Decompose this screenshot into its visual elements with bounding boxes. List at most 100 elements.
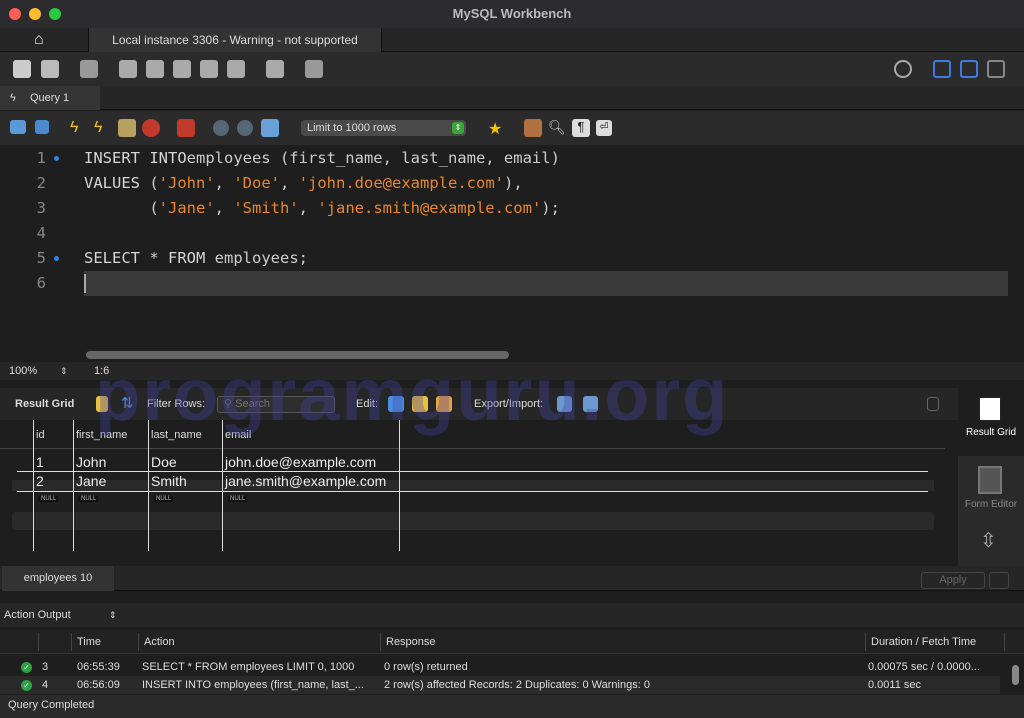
maximize-window-button[interactable] bbox=[49, 8, 61, 20]
result-grid[interactable]: id first_name last_name email 1 John Doe john.d… bbox=[0, 420, 945, 551]
zoom-level[interactable]: 100% bbox=[9, 362, 37, 380]
execute-current-icon[interactable]: ϟ bbox=[94, 119, 112, 137]
output-column-header[interactable]: Duration / Fetch Time bbox=[871, 631, 976, 653]
result-grid-button[interactable]: Result Grid bbox=[958, 388, 1024, 456]
search-placeholder: Search bbox=[235, 398, 270, 410]
chevron-updown-icon[interactable]: ⇕ bbox=[60, 362, 68, 380]
create-view-icon[interactable] bbox=[173, 60, 191, 78]
grid-cell[interactable]: jane.smith@example.com bbox=[225, 473, 386, 489]
line-number: 2 bbox=[36, 174, 46, 192]
query-tab[interactable]: ϟ Query 1 bbox=[0, 86, 100, 110]
execute-icon[interactable]: ϟ bbox=[70, 119, 88, 137]
grid-cell[interactable]: Doe bbox=[151, 454, 177, 470]
refresh-icon[interactable]: ⇅ bbox=[121, 388, 134, 420]
limit-rows-select[interactable]: Limit to 1000 rows ⇕ bbox=[301, 120, 466, 136]
toggle-secondary-sidebar-icon[interactable] bbox=[987, 60, 1005, 78]
autocommit-icon[interactable] bbox=[261, 119, 279, 137]
column-divider bbox=[380, 633, 381, 651]
toggle-wrap-icon[interactable] bbox=[927, 397, 939, 411]
create-function-icon[interactable] bbox=[227, 60, 245, 78]
output-cell: 06:56:09 bbox=[77, 679, 120, 691]
output-column-header[interactable]: Action bbox=[144, 631, 175, 653]
column-header[interactable]: first_name bbox=[76, 429, 127, 441]
cursor-position: 1:6 bbox=[94, 365, 110, 377]
apply-button[interactable]: Apply bbox=[921, 572, 985, 589]
export-icon[interactable] bbox=[557, 396, 572, 412]
toggle-error-stop-icon[interactable] bbox=[177, 119, 195, 137]
column-header[interactable]: id bbox=[36, 429, 45, 441]
filter-search-input[interactable]: ⚲ Search bbox=[217, 396, 335, 413]
result-tab-bar: employees 10 Apply bbox=[0, 566, 1024, 591]
code-text: ), bbox=[504, 174, 523, 192]
toggle-sidebar-icon[interactable] bbox=[933, 60, 951, 78]
home-icon[interactable]: ⌂ bbox=[34, 31, 44, 49]
code-text: * bbox=[140, 249, 168, 267]
code-text: , bbox=[214, 174, 234, 192]
create-procedure-icon[interactable] bbox=[200, 60, 218, 78]
settings-icon[interactable] bbox=[894, 60, 912, 78]
connection-tab[interactable]: Local instance 3306 - Warning - not supp… bbox=[88, 28, 382, 52]
grid-cell[interactable]: 1 bbox=[36, 454, 44, 470]
scroll-more-icon[interactable]: ⇳ bbox=[980, 528, 997, 553]
save-icon[interactable] bbox=[35, 120, 49, 134]
open-file-icon[interactable] bbox=[10, 120, 26, 134]
grid-columns-icon[interactable] bbox=[96, 396, 108, 412]
reconnect-icon[interactable] bbox=[305, 60, 323, 78]
edit-row-icon[interactable] bbox=[388, 396, 404, 412]
add-snippet-icon[interactable]: ★ bbox=[488, 119, 506, 138]
column-divider bbox=[73, 420, 74, 551]
word-wrap-icon[interactable]: ⏎ bbox=[596, 120, 612, 136]
search-table-data-icon[interactable] bbox=[266, 60, 284, 78]
inspector-icon[interactable] bbox=[80, 60, 98, 78]
chevron-updown-icon[interactable]: ⇕ bbox=[109, 604, 117, 626]
revert-button[interactable] bbox=[989, 572, 1009, 589]
find-icon[interactable]: 🔍︎ bbox=[548, 119, 566, 137]
current-line-highlight bbox=[84, 271, 1008, 296]
output-cell: 0.0011 sec bbox=[868, 679, 922, 691]
invisible-chars-icon[interactable]: ¶ bbox=[572, 119, 590, 137]
delete-row-icon[interactable] bbox=[436, 396, 452, 412]
column-header[interactable]: email bbox=[225, 429, 251, 441]
output-type-select[interactable]: Action Output bbox=[4, 604, 71, 626]
minimize-window-button[interactable] bbox=[29, 8, 41, 20]
output-row[interactable]: ✓ 3 06:55:39 SELECT * FROM employees LIMIT … bbox=[0, 658, 1000, 676]
grid-cell[interactable]: John bbox=[76, 454, 106, 470]
add-row-icon[interactable] bbox=[412, 396, 428, 412]
null-placeholder: NULL bbox=[79, 496, 99, 502]
create-table-icon[interactable] bbox=[146, 60, 164, 78]
connection-tab-bar: ⌂ Local instance 3306 - Warning - not su… bbox=[0, 28, 1024, 52]
code-text: ); bbox=[541, 199, 560, 217]
result-toolbar: Result Grid ⇅ Filter Rows: ⚲ Search Edit… bbox=[0, 388, 958, 420]
grid-cell[interactable]: john.doe@example.com bbox=[225, 454, 376, 470]
create-schema-icon[interactable] bbox=[119, 60, 137, 78]
form-editor-button[interactable]: Form Editor bbox=[958, 460, 1024, 524]
rollback-icon[interactable] bbox=[237, 120, 253, 136]
code-text: employees (first_name, last_name, email) bbox=[186, 149, 560, 167]
new-sql-tab-icon[interactable] bbox=[13, 60, 31, 78]
sql-editor[interactable]: 1 INSERT INTOemployees (first_name, last_… bbox=[0, 145, 1008, 362]
filter-rows-label: Filter Rows: bbox=[147, 398, 206, 410]
open-sql-script-icon[interactable] bbox=[41, 60, 59, 78]
stop-icon[interactable] bbox=[142, 119, 160, 137]
grid-cell[interactable]: 2 bbox=[36, 473, 44, 489]
code-line: SELECT * FROM employees; bbox=[84, 246, 308, 271]
string-literal: 'Jane' bbox=[158, 199, 215, 217]
result-tab[interactable]: employees 10 bbox=[2, 566, 114, 591]
output-column-header[interactable]: Time bbox=[77, 631, 101, 653]
commit-icon[interactable] bbox=[213, 120, 229, 136]
output-column-header[interactable]: Response bbox=[386, 631, 436, 653]
toggle-output-icon[interactable] bbox=[960, 60, 978, 78]
status-bar: Query Completed bbox=[0, 695, 1024, 718]
explain-icon[interactable] bbox=[118, 119, 136, 137]
column-header[interactable]: last_name bbox=[151, 429, 202, 441]
action-output-header: Time Action Response Duration / Fetch Time bbox=[0, 630, 1024, 654]
grid-cell[interactable]: Jane bbox=[76, 473, 106, 489]
output-row[interactable]: ✓ 4 06:56:09 INSERT INTO employees (first_n… bbox=[0, 676, 1000, 694]
grid-cell[interactable]: Smith bbox=[151, 473, 187, 489]
horizontal-scrollbar[interactable] bbox=[86, 351, 509, 359]
import-icon[interactable] bbox=[583, 396, 598, 412]
output-scrollbar[interactable] bbox=[1012, 665, 1019, 685]
close-window-button[interactable] bbox=[9, 8, 21, 20]
sql-keyword: VALUES bbox=[84, 174, 140, 192]
beautify-icon[interactable] bbox=[524, 119, 542, 137]
